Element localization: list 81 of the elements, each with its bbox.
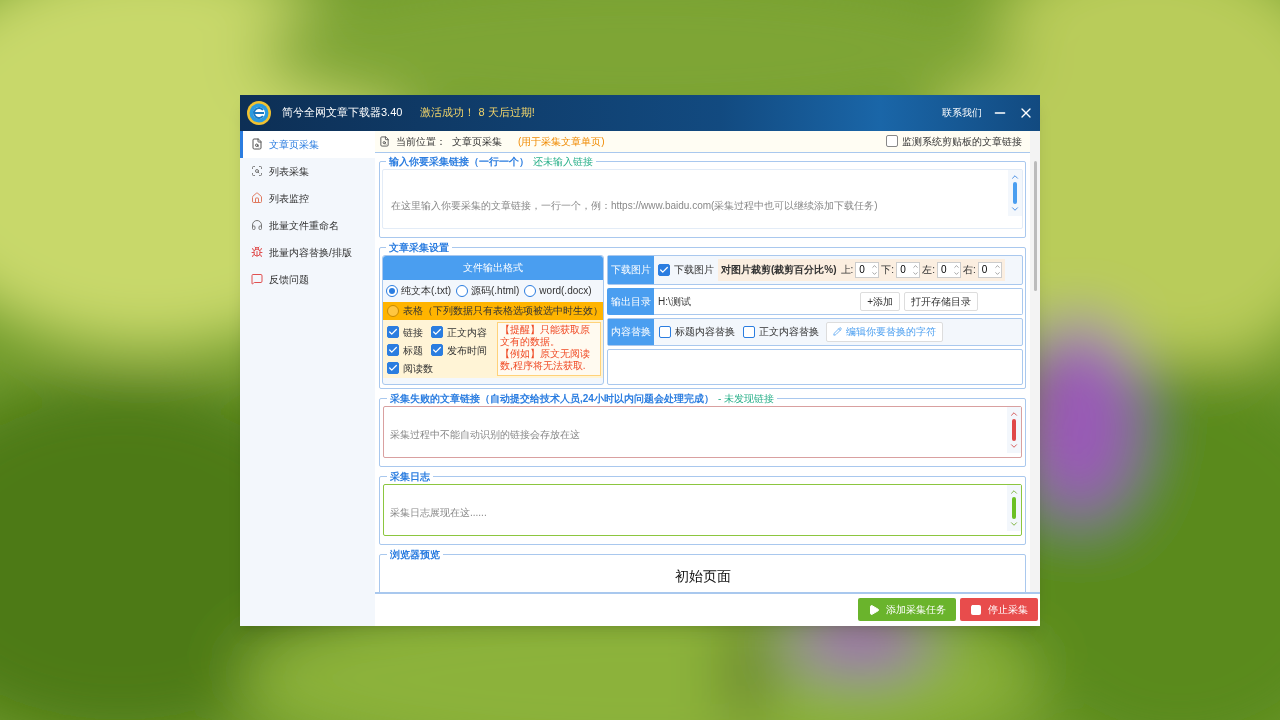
option-label: 表格（下列数据只有表格选项被选中时生效） <box>403 304 603 318</box>
crop-side-label: 上: <box>840 263 854 277</box>
contact-link[interactable]: 联系我们 <box>942 105 982 120</box>
checkbox[interactable] <box>431 344 443 356</box>
breadcrumb-hint: (用于采集文章单页) <box>518 134 605 149</box>
checkbox[interactable] <box>886 135 898 147</box>
checkbox-label: 发布时间 <box>447 343 487 358</box>
logo-icon <box>246 99 272 126</box>
checkbox[interactable] <box>431 326 443 338</box>
checkbox-label: 正文内容替换 <box>759 325 819 339</box>
checkbox-label: 标题 <box>403 343 423 358</box>
sidebar-item[interactable]: 列表采集 <box>240 157 375 185</box>
checkbox[interactable] <box>658 263 670 276</box>
number-spinner[interactable]: 0 <box>977 261 1002 278</box>
scrollbar[interactable] <box>1008 169 1022 216</box>
row-label: 下载图片 <box>608 255 654 284</box>
note-text: 【例如】原文无阅读数,程序将无法获取. <box>500 347 591 372</box>
checkbox-label: 阅读数 <box>403 361 433 376</box>
group-title: 采集日志 <box>390 470 430 482</box>
row-label: 内容替换 <box>608 318 654 345</box>
crop-label: 对图片裁剪(裁剪百分比%) <box>721 263 837 277</box>
scrollbar[interactable] <box>1030 130 1040 592</box>
bug-icon <box>251 246 263 258</box>
checkbox-label: 下载图片 <box>674 263 714 277</box>
number-spinner[interactable]: 0 <box>855 261 880 278</box>
checkbox-label: 监测系统剪贴板的文章链接 <box>902 134 1022 149</box>
radio-button[interactable] <box>524 284 537 297</box>
panel-header: 文件输出格式 <box>383 255 603 280</box>
group-title: 输入你要采集链接（一行一个） <box>389 155 529 167</box>
breadcrumb-value: 文章页采集 <box>452 134 502 149</box>
checkbox[interactable] <box>387 326 399 338</box>
group-title: 浏览器预览 <box>390 548 440 560</box>
note-text: 【提醒】只能获取原文有的数据。 <box>500 323 591 348</box>
status-text: - 未发现链接 <box>717 392 774 404</box>
activation-notice: 激活成功！ 8 天后过期! <box>420 105 535 121</box>
checkbox-label: 正文内容 <box>447 325 487 340</box>
output-dir-field[interactable]: H:\测试 <box>654 287 861 315</box>
checkbox[interactable] <box>387 362 399 374</box>
preview-heading: 初始页面 <box>674 566 731 586</box>
sidebar-item[interactable]: 反馈问题 <box>240 265 375 293</box>
file-search-icon <box>251 138 263 150</box>
document-icon <box>379 135 390 147</box>
radio-button[interactable] <box>387 304 399 317</box>
checkbox[interactable] <box>659 325 671 338</box>
breadcrumb-label: 当前位置： <box>396 134 446 149</box>
scrollbar[interactable] <box>1007 484 1021 531</box>
sidebar-item[interactable]: 文章页采集 <box>240 130 375 158</box>
stop-button[interactable]: 停止采集 <box>960 598 1038 621</box>
dir-button[interactable]: 打开存储目录 <box>904 291 978 311</box>
checkbox[interactable] <box>387 344 399 356</box>
crop-side-label: 下: <box>881 263 895 277</box>
dir-button[interactable]: +添加 <box>860 291 900 311</box>
checkbox-label: 链接 <box>403 325 423 340</box>
play-icon <box>868 603 880 616</box>
radio-label: word(.docx) <box>539 284 592 298</box>
radio-label: 源码(.html) <box>471 284 520 298</box>
sidebar-item[interactable]: 批量内容替换/排版 <box>240 238 375 266</box>
group-title: 采集失败的文章链接（自动提交给技术人员,24小时以内问题会处理完成） <box>390 392 714 404</box>
checkbox[interactable] <box>743 325 755 338</box>
number-spinner[interactable]: 0 <box>896 261 921 278</box>
sidebar-item[interactable]: 列表监控 <box>240 184 375 212</box>
radio-button[interactable] <box>456 284 468 297</box>
crop-side-label: 左: <box>922 263 935 277</box>
scrollbar[interactable] <box>1007 406 1021 453</box>
number-spinner[interactable]: 0 <box>936 261 961 278</box>
status-text: 还未输入链接 <box>533 155 593 167</box>
crop-side-label: 右: <box>962 263 976 277</box>
radio-button[interactable] <box>386 284 398 297</box>
row-label: 输出目录 <box>607 287 654 315</box>
headset-icon <box>251 219 263 231</box>
square-icon <box>970 603 982 616</box>
scan-search-icon <box>251 165 263 177</box>
table-option[interactable]: 表格（下列数据只有表格选项被选中时生效） <box>383 301 603 320</box>
group-title: 文章采集设置 <box>389 241 449 253</box>
radio-label: 纯文本(.txt) <box>401 284 451 298</box>
pencil-icon <box>833 327 842 336</box>
chat-bubble-icon <box>251 273 263 285</box>
window-title: 简兮全网文章下载器3.40 <box>282 105 403 121</box>
checkbox-label: 标题内容替换 <box>675 325 735 339</box>
house-icon <box>251 192 263 204</box>
sidebar-item[interactable]: 批量文件重命名 <box>240 211 375 239</box>
